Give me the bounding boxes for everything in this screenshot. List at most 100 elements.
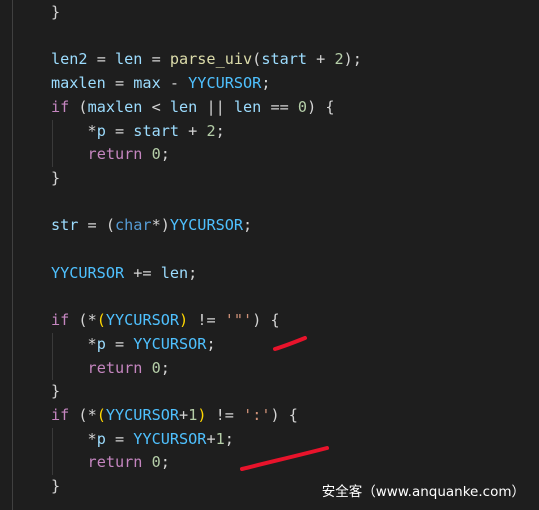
code-token: if [50, 405, 70, 424]
code-token: ( [105, 216, 115, 235]
code-token: len [169, 97, 198, 116]
code-line[interactable]: } [14, 1, 60, 25]
code-line[interactable]: if (*(YYCURSOR+1) != ':') { [14, 404, 298, 428]
code-token: = [105, 121, 134, 140]
code-token: * [87, 311, 97, 330]
code-token: ':' [243, 405, 271, 424]
code-token: } [50, 477, 61, 495]
code-line[interactable]: *p = YYCURSOR; [14, 333, 216, 357]
code-token: ( [96, 311, 106, 330]
code-token: str [50, 216, 79, 235]
code-line[interactable]: *p = YYCURSOR+1; [14, 428, 234, 452]
code-token: ) { [270, 405, 298, 424]
code-token: YYCURSOR [105, 311, 180, 330]
code-token: start [133, 121, 180, 140]
code-token: != [206, 405, 244, 424]
code-token: } [50, 3, 61, 21]
code-line[interactable]: return 0; [14, 357, 170, 381]
code-token: YYCURSOR [133, 429, 207, 448]
code-token: YYCURSOR [50, 263, 125, 282]
code-line[interactable]: maxlen = max - YYCURSOR; [14, 72, 271, 96]
code-token: p [96, 429, 106, 448]
code-token: ; [224, 429, 234, 448]
code-token: p [96, 334, 106, 353]
code-line[interactable]: len2 = len = parse_uiv(start + 2); [14, 48, 362, 72]
code-token: ; [243, 216, 253, 235]
code-token: ( [69, 97, 88, 116]
code-token: maxlen [87, 97, 143, 116]
code-token: YYCURSOR [169, 216, 244, 235]
code-token: ; [160, 358, 170, 377]
code-token: parse_uiv [169, 50, 253, 69]
code-token: 0 [151, 453, 161, 472]
code-token: 2 [334, 50, 344, 69]
code-token: ) [197, 405, 207, 424]
code-line[interactable]: } [14, 167, 60, 191]
code-editor[interactable]: } len2 = len = parse_uiv(start + 2); max… [0, 0, 539, 510]
code-line[interactable]: if (*(YYCURSOR) != '"') { [14, 309, 280, 333]
code-token: return [87, 453, 143, 472]
code-token: * [87, 429, 97, 448]
code-token: len2 [50, 50, 88, 69]
code-line[interactable]: if (maxlen < len || len == 0) { [14, 96, 335, 120]
code-token: char [115, 216, 152, 235]
code-line[interactable]: str = (char*)YYCURSOR; [14, 214, 252, 238]
code-token: len [114, 50, 143, 69]
code-token: len [233, 97, 262, 116]
code-token: } [50, 382, 61, 401]
code-token: p [96, 121, 106, 140]
code-token: 0 [151, 145, 161, 164]
code-token: * [87, 405, 97, 424]
code-token: + [179, 121, 207, 140]
code-line[interactable]: return 0; [14, 451, 170, 475]
code-token: *) [151, 216, 170, 235]
code-token: = [78, 216, 106, 235]
code-token: - [160, 74, 189, 93]
code-line[interactable]: } [14, 475, 60, 499]
code-token: ( [252, 50, 262, 69]
code-token: ) { [252, 311, 280, 330]
red-underline-mark [240, 446, 329, 471]
code-token: len [160, 263, 189, 282]
code-token: = [105, 74, 134, 93]
code-line[interactable]: return 0; [14, 143, 170, 167]
code-token: < [142, 97, 170, 116]
code-line[interactable]: } [14, 380, 60, 404]
code-token: 1 [215, 429, 225, 448]
code-line[interactable]: YYCURSOR += len; [14, 262, 197, 286]
code-line[interactable]: *p = start + 2; [14, 120, 225, 144]
red-underline-mark [273, 336, 307, 351]
code-token: ( [69, 311, 88, 330]
code-token: + [307, 50, 335, 69]
code-token: } [50, 168, 61, 187]
code-token: * [87, 121, 97, 140]
code-token: return [87, 145, 143, 164]
code-token: ; [188, 263, 198, 282]
code-token: if [50, 311, 70, 330]
code-token: = [87, 50, 115, 69]
code-token: ) { [307, 97, 335, 116]
code-token: ( [96, 405, 106, 424]
code-token: ); [343, 50, 362, 69]
code-token: = [105, 334, 134, 353]
code-token: ; [160, 145, 170, 164]
code-token: maxlen [50, 74, 106, 93]
code-token: 0 [151, 358, 161, 377]
